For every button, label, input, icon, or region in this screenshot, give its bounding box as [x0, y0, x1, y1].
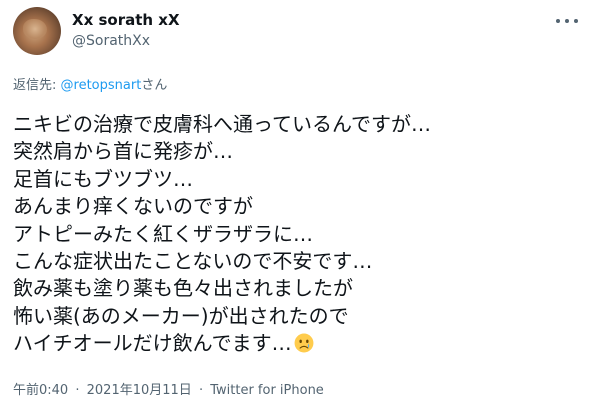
tweet-line: ニキビの治療で皮膚科へ通っているんですが… — [13, 112, 431, 136]
avatar[interactable] — [13, 7, 61, 55]
tweet-line: 飲み薬も塗り薬も色々出されましたが — [13, 276, 353, 301]
meta-separator: · — [198, 383, 204, 398]
tweet-time[interactable]: 午前0:40 — [13, 383, 68, 398]
tweet-line: 足首にもブツブツ… — [13, 166, 193, 191]
more-options-icon[interactable] — [556, 12, 578, 30]
crying-face-icon — [294, 333, 314, 353]
tweet-line: 突然肩から首に発疹が… — [13, 139, 233, 164]
tweet-line: アトピーみたく紅くザラザラに… — [13, 221, 313, 246]
tweet-source[interactable]: Twitter for iPhone — [210, 383, 324, 398]
tweet-line: こんな症状出たことないので不安です… — [13, 249, 373, 274]
tweet-meta: 午前0:40 · 2021年10月11日 · Twitter for iPhon… — [13, 379, 324, 398]
tweet-line-last: ハイチオールだけ飲んでます… — [13, 330, 583, 357]
meta-separator: · — [75, 383, 80, 398]
reply-to-prefix: 返信先: — [13, 78, 57, 93]
reply-mention-link[interactable]: @retopsnart — [61, 78, 142, 93]
tweet-line: 怖い薬(あのメーカー)が出されたので — [13, 303, 349, 328]
author-handle[interactable]: @SorathXx — [72, 33, 150, 49]
tweet-card: Xx sorath xX @SorathXx 返信先: @retopsnartさ… — [0, 0, 590, 409]
tweet-text: ニキビの治療で皮膚科へ通っているんですが… 突然肩から首に発疹が… 足首にもブツ… — [13, 111, 583, 358]
reply-to-line: 返信先: @retopsnartさん — [13, 74, 167, 93]
author-display-name[interactable]: Xx sorath xX — [72, 11, 180, 29]
tweet-line: あんまり痒くないのですが — [13, 194, 253, 219]
tweet-line-text: ハイチオールだけ飲んでます… — [13, 331, 292, 356]
tweet-date[interactable]: 2021年10月11日 — [87, 383, 192, 398]
reply-to-suffix: さん — [141, 78, 168, 93]
